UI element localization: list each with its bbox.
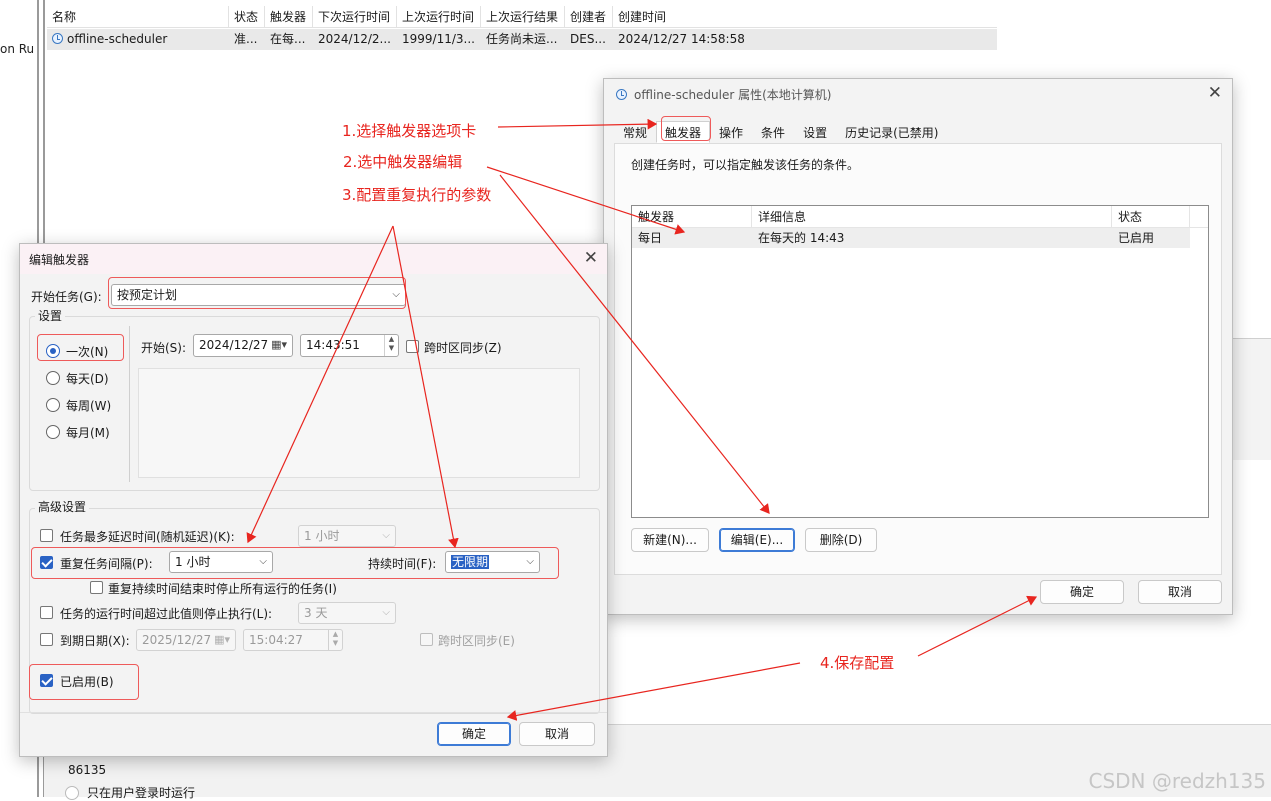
annotation-step4: 4.保存配置 [820,654,895,672]
arrow-step4-props-ok [917,595,1038,657]
arrow-step1 [497,118,658,130]
arrow-step3-interval [246,225,394,544]
watermark: CSDN @redzh135 [1088,769,1266,793]
arrow-step2-row [486,166,686,235]
arrow-step4-edit-ok [506,662,801,721]
annotation-arrows [246,118,1038,721]
annotation-step1: 1.选择触发器选项卡 [342,122,477,140]
arrow-step3-duration [392,225,459,549]
annotation-step2: 2.选中触发器编辑 [343,153,463,171]
annotation-step3: 3.配置重复执行的参数 [342,186,492,204]
arrow-step2-edit [499,174,770,514]
